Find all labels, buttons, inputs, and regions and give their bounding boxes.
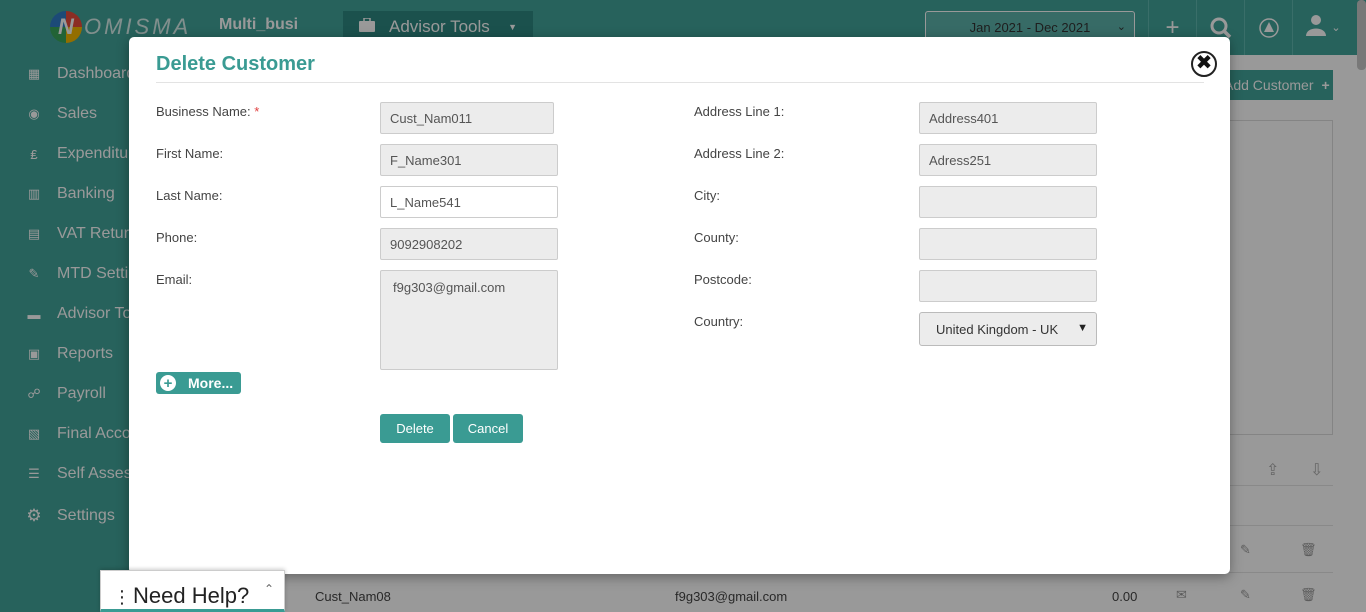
postcode-label: Postcode: <box>694 272 752 287</box>
county-input[interactable] <box>919 228 1097 260</box>
country-value: United Kingdom - UK <box>936 321 1059 337</box>
more-label: More... <box>188 375 234 391</box>
business-name-input[interactable]: Cust_Nam011 <box>380 102 554 134</box>
last-name-label: Last Name: <box>156 188 223 203</box>
need-help-label: ⋮Need Help? <box>113 583 250 608</box>
address-line-1-label: Address Line 1: <box>694 104 785 119</box>
first-name-label: First Name: <box>156 146 224 161</box>
address-line-2-label: Address Line 2: <box>694 146 785 161</box>
first-name-input[interactable]: F_Name301 <box>380 144 558 176</box>
cancel-button[interactable]: Cancel <box>453 414 523 443</box>
phone-label: Phone: <box>156 230 198 245</box>
last-name-input[interactable]: L_Name541 <box>380 186 558 218</box>
county-label: County: <box>694 230 739 245</box>
required-marker: * <box>254 104 260 119</box>
postcode-input[interactable] <box>919 270 1097 302</box>
country-label: Country: <box>694 314 744 329</box>
chevron-up-icon[interactable]: ⌃ <box>264 582 274 596</box>
address-line-2-input[interactable]: Adress251 <box>919 144 1097 176</box>
city-label: City: <box>694 188 720 203</box>
more-button[interactable]: + More... <box>156 372 241 394</box>
drag-handle-icon: ⋮ <box>113 587 131 607</box>
address-line-1-input[interactable]: Address401 <box>919 102 1097 134</box>
delete-button[interactable]: Delete <box>380 414 450 443</box>
delete-customer-modal: Delete Customer ✖ Business Name: * Cust_… <box>129 37 1230 574</box>
modal-title: Delete Customer <box>156 53 315 75</box>
phone-input[interactable]: 9092908202 <box>380 228 558 260</box>
need-help-widget[interactable]: ⋮Need Help? ⌃ <box>100 570 285 612</box>
divider <box>156 82 1204 83</box>
plus-circle-icon: + <box>160 375 176 391</box>
country-select[interactable]: United Kingdom - UK ▼ <box>919 312 1097 346</box>
chevron-down-icon: ▼ <box>1077 322 1088 334</box>
email-textarea[interactable]: f9g303@gmail.com <box>380 270 558 370</box>
city-input[interactable] <box>919 186 1097 218</box>
email-label: Email: <box>156 272 193 287</box>
close-icon[interactable]: ✖ <box>1191 51 1217 77</box>
business-name-label: Business Name: * <box>156 104 260 119</box>
